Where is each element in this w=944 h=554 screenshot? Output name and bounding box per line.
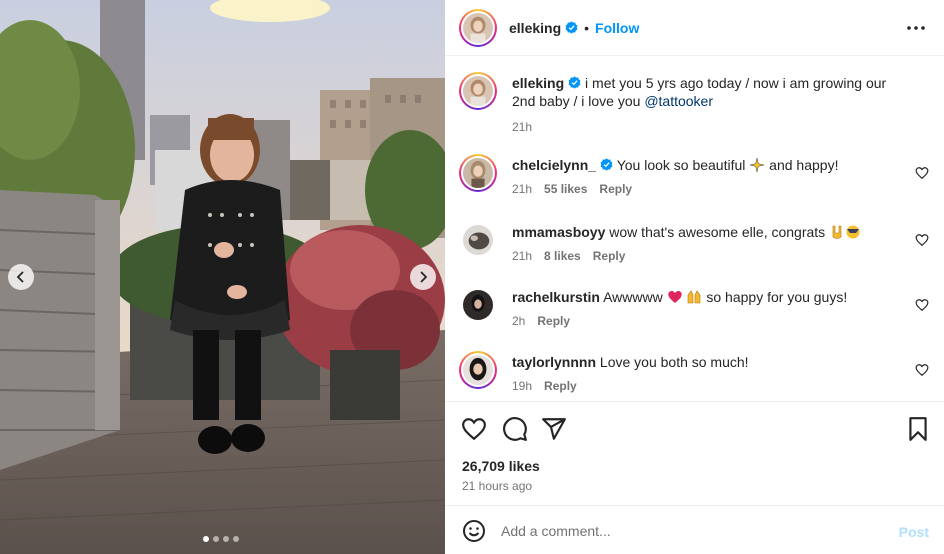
heart-icon[interactable] <box>915 363 929 377</box>
comment-username[interactable]: chelcielynn_ <box>512 157 596 173</box>
raising-hands-emoji-icon <box>688 290 701 304</box>
bookmark-icon[interactable] <box>905 416 931 442</box>
like-heart-icon[interactable] <box>461 416 487 442</box>
carousel-dot <box>233 536 239 542</box>
comment-text: wow that's awesome elle, congrats <box>609 224 826 240</box>
commenter-avatar[interactable] <box>459 286 497 324</box>
comment-body: rachelkurstin Awwwww so happy for you gu… <box>512 288 892 330</box>
comment-text: Love you both so much! <box>599 354 749 370</box>
comment-text-continued: so happy for you guys! <box>706 289 848 305</box>
comment-text-continued: and happy! <box>769 157 839 173</box>
comment-likes[interactable]: 55 likes <box>544 180 587 198</box>
comment-item: rachelkurstin Awwwww so happy for you gu… <box>459 286 929 344</box>
carousel-dot <box>223 536 229 542</box>
carousel-dot <box>203 536 209 542</box>
comment-reply-button[interactable]: Reply <box>544 377 577 395</box>
post-side-panel: elleking • Follow elleking i met you 5 y… <box>445 0 944 554</box>
comment-time[interactable]: 19h <box>512 377 532 395</box>
heart-icon[interactable] <box>915 298 929 312</box>
carousel-next-button[interactable] <box>410 264 436 290</box>
comment-body: chelcielynn_ You look so beautiful and h… <box>512 156 892 198</box>
photo-image <box>0 0 445 554</box>
verified-badge-icon <box>600 158 613 171</box>
caption: elleking i met you 5 yrs ago today / now… <box>459 72 929 142</box>
more-options-button[interactable] <box>906 18 926 38</box>
rock-on-emoji-icon <box>832 225 842 239</box>
verified-badge-icon <box>565 21 578 34</box>
carousel-dot <box>213 536 219 542</box>
comment-likes[interactable]: 8 likes <box>544 247 581 265</box>
comment-username[interactable]: mmamasboyy <box>512 224 605 240</box>
post-time[interactable]: 21 hours ago <box>462 479 532 493</box>
comment-time[interactable]: 2h <box>512 312 525 330</box>
heart-icon[interactable] <box>915 166 929 180</box>
add-comment-bar: Post <box>445 505 944 554</box>
comment-username[interactable]: rachelkurstin <box>512 289 600 305</box>
commenter-avatar[interactable] <box>459 351 497 389</box>
comment-item: mmamasboyy wow that's awesome elle, cong… <box>459 221 929 279</box>
caption-author-avatar[interactable] <box>459 72 497 110</box>
author-username[interactable]: elleking <box>509 20 561 36</box>
comment-body: mmamasboyy wow that's awesome elle, cong… <box>512 223 892 265</box>
comment-item: taylorlynnnn Love you both so much! 19h … <box>459 351 929 400</box>
commenter-avatar[interactable] <box>459 154 497 192</box>
comment-input[interactable] <box>501 518 871 544</box>
more-options-icon <box>907 26 925 30</box>
verified-badge-icon <box>568 76 581 89</box>
carousel-dots <box>203 536 239 542</box>
comment-reply-button[interactable]: Reply <box>537 312 570 330</box>
comment-time[interactable]: 21h <box>512 247 532 265</box>
post-photo[interactable] <box>0 0 445 554</box>
header-separator: • <box>584 19 590 36</box>
chevron-left-icon <box>16 271 24 283</box>
caption-author-username[interactable]: elleking <box>512 75 564 91</box>
chevron-right-icon <box>420 271 428 283</box>
share-icon[interactable] <box>541 416 567 442</box>
smiley-icon[interactable] <box>462 519 486 543</box>
heart-icon[interactable] <box>915 233 929 247</box>
caption-mention-link[interactable]: @tattooker <box>644 93 713 109</box>
comment-reply-button[interactable]: Reply <box>593 247 626 265</box>
caption-time[interactable]: 21h <box>512 118 532 136</box>
likes-count[interactable]: 26,709 likes <box>462 458 540 474</box>
comment-text: Awwwww <box>603 289 663 305</box>
comment-icon[interactable] <box>502 416 528 442</box>
commenter-avatar[interactable] <box>459 221 497 259</box>
carousel-prev-button[interactable] <box>8 264 34 290</box>
comment-time[interactable]: 21h <box>512 180 532 198</box>
post-actions: 26,709 likes 21 hours ago <box>445 401 944 511</box>
post-header: elleking • Follow <box>445 0 944 56</box>
red-heart-emoji-icon <box>667 291 682 303</box>
comment-username[interactable]: taylorlynnnn <box>512 354 596 370</box>
comment-item: chelcielynn_ You look so beautiful and h… <box>459 154 929 212</box>
follow-button[interactable]: Follow <box>595 20 639 36</box>
comment-text: You look so beautiful <box>616 157 746 173</box>
sparkles-emoji-icon <box>750 157 765 173</box>
comment-reply-button[interactable]: Reply <box>599 180 632 198</box>
comment-body: taylorlynnnn Love you both so much! 19h … <box>512 353 892 395</box>
post-comment-button[interactable]: Post <box>899 524 929 540</box>
author-avatar[interactable] <box>459 8 497 47</box>
party-emoji-icon <box>846 225 860 239</box>
caption-body: elleking i met you 5 yrs ago today / now… <box>512 74 892 136</box>
comments-list: elleking i met you 5 yrs ago today / now… <box>445 57 944 400</box>
